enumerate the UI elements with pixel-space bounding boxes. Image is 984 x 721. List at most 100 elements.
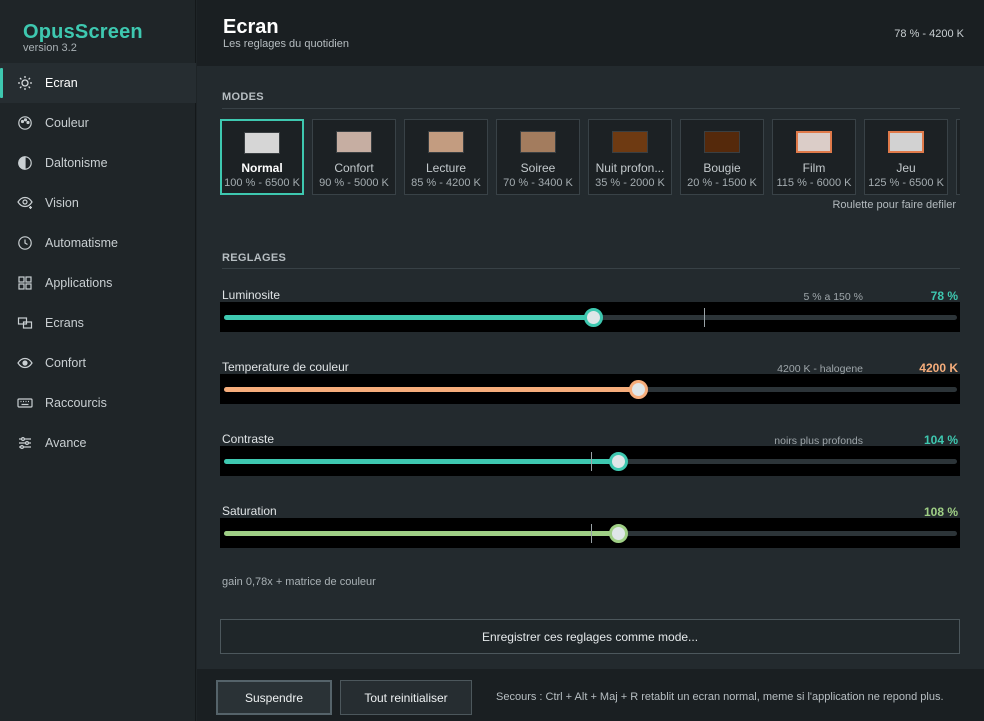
- mode-card[interactable]: Bougie 20 % - 1500 K: [680, 119, 764, 195]
- sidebar-item-label: Automatisme: [45, 236, 118, 250]
- mode-name: Confort: [334, 161, 374, 175]
- slider-value: 4200 K: [919, 361, 958, 375]
- slider-fill: [224, 387, 639, 392]
- sidebar-item-ecran[interactable]: Ecran: [0, 63, 196, 103]
- mode-meta: 70 % - 3400 K: [503, 177, 573, 189]
- palette-icon: [17, 115, 33, 131]
- slider-thumb[interactable]: [629, 380, 649, 399]
- sidebar-item-couleur[interactable]: Couleur: [0, 103, 196, 143]
- mode-card[interactable]: Confort 90 % - 5000 K: [312, 119, 396, 195]
- sidebar-item-label: Ecrans: [45, 316, 84, 330]
- mode-name: Jeu: [896, 161, 916, 175]
- mode-swatch: [428, 131, 464, 153]
- slider-fill: [224, 531, 619, 536]
- mode-name: Film: [802, 161, 826, 175]
- sidebar-item-applications[interactable]: Applications: [0, 263, 196, 303]
- page-subtitle: Les reglages du quotidien: [223, 38, 349, 50]
- slider-rail: [224, 387, 957, 392]
- mode-meta: 35 % - 2000 K: [595, 177, 665, 189]
- sidebar-item-label: Couleur: [45, 116, 89, 130]
- clock-icon: [17, 235, 33, 251]
- slider-default-tick: [590, 524, 592, 543]
- sidebar-item-label: Daltonisme: [45, 156, 108, 170]
- slider-default-tick: [704, 308, 706, 327]
- mode-name: Soiree: [520, 161, 556, 175]
- mode-meta: 20 % - 1500 K: [687, 177, 757, 189]
- sliders-icon: [17, 435, 33, 451]
- contrast-icon: [17, 155, 33, 171]
- modes-section-label: MODES: [222, 91, 264, 103]
- page-title: Ecran: [223, 16, 279, 38]
- mode-card[interactable]: Soiree 70 % - 3400 K: [496, 119, 580, 195]
- slider-track[interactable]: [220, 518, 960, 548]
- slider-fill: [224, 459, 619, 464]
- mode-swatch: [612, 131, 648, 153]
- slider-value: 78 %: [930, 289, 958, 303]
- mode-swatch: [520, 131, 556, 153]
- eye-icon: [17, 355, 33, 371]
- app-name: OpusScreen: [23, 21, 143, 43]
- monitors-icon: [17, 315, 33, 331]
- modes-strip[interactable]: Normal 100 % - 6500 K Confort 90 % - 5000 K…: [220, 119, 960, 195]
- reglages-section-label: REGLAGES: [222, 252, 287, 264]
- sidebar-item-label: Raccourcis: [45, 396, 107, 410]
- slider-default-tick: [590, 452, 592, 471]
- mode-swatch: [336, 131, 372, 153]
- mode-card[interactable]: Nuit profon... 35 % - 2000 K: [588, 119, 672, 195]
- sidebar-item-label: Avance: [45, 436, 87, 450]
- sidebar-item-label: Applications: [45, 276, 113, 290]
- slider-value: 104 %: [923, 433, 958, 447]
- mode-swatch: [704, 131, 740, 153]
- mode-name: Lecture: [425, 161, 467, 175]
- mode-name: Normal: [241, 161, 283, 175]
- mode-card-overflow[interactable]: [956, 119, 960, 195]
- brand: OpusScreen version 3.2: [23, 21, 143, 54]
- slider-track[interactable]: [220, 374, 960, 404]
- sidebar-item-confort[interactable]: Confort: [0, 343, 196, 383]
- mode-meta: 85 % - 4200 K: [411, 177, 481, 189]
- sidebar-item-vision[interactable]: Vision: [0, 183, 196, 223]
- sidebar-item-ecrans[interactable]: Ecrans: [0, 303, 196, 343]
- slider-thumb[interactable]: [608, 524, 628, 543]
- mode-card[interactable]: Jeu 125 % - 6500 K: [864, 119, 948, 195]
- slider-track[interactable]: [220, 302, 960, 332]
- slider-value: 108 %: [923, 505, 958, 519]
- mode-card[interactable]: Normal 100 % - 6500 K: [220, 119, 304, 195]
- slider-thumb[interactable]: [583, 308, 603, 327]
- header-status: 78 % - 4200 K: [894, 28, 964, 40]
- slider-thumb[interactable]: [608, 452, 628, 471]
- slider-label: Temperature de couleur: [222, 360, 349, 374]
- emergency-help-text: Secours : Ctrl + Alt + Maj + R retablit …: [496, 691, 944, 703]
- sidebar-item-label: Ecran: [45, 76, 78, 90]
- mode-meta: 90 % - 5000 K: [319, 177, 389, 189]
- sun-icon: [17, 75, 33, 91]
- eye-plus-icon: [17, 195, 33, 211]
- save-as-mode-button[interactable]: Enregistrer ces reglages comme mode...: [220, 619, 960, 654]
- mode-meta: 100 % - 6500 K: [224, 177, 300, 189]
- sidebar-item-avance[interactable]: Avance: [0, 423, 196, 463]
- slider-track[interactable]: [220, 446, 960, 476]
- sidebar-item-label: Vision: [45, 196, 79, 210]
- mode-card[interactable]: Film 115 % - 6000 K: [772, 119, 856, 195]
- modes-scroll-hint: Roulette pour faire defiler: [832, 199, 956, 211]
- sidebar-item-raccourcis[interactable]: Raccourcis: [0, 383, 196, 423]
- reset-all-button[interactable]: Tout reinitialiser: [340, 680, 472, 715]
- footer: Suspendre Tout reinitialiser Secours : C…: [197, 669, 984, 721]
- gain-note: gain 0,78x + matrice de couleur: [222, 576, 376, 588]
- slider-fill: [224, 315, 594, 320]
- header: Ecran Les reglages du quotidien 78 % - 4…: [197, 0, 984, 66]
- sidebar-item-daltonisme[interactable]: Daltonisme: [0, 143, 196, 183]
- mode-meta: 115 % - 6000 K: [776, 177, 852, 189]
- grid-icon: [17, 275, 33, 291]
- sidebar-nav: Ecran Couleur Daltonisme Vision Automatisme A…: [0, 63, 196, 463]
- modes-divider: [222, 108, 960, 109]
- mode-meta: 125 % - 6500 K: [868, 177, 944, 189]
- mode-card[interactable]: Lecture 85 % - 4200 K: [404, 119, 488, 195]
- slider-label: Saturation: [222, 504, 277, 518]
- sidebar-item-automatisme[interactable]: Automatisme: [0, 223, 196, 263]
- mode-swatch: [244, 132, 280, 154]
- sidebar: OpusScreen version 3.2 Ecran Couleur Dalto…: [0, 0, 196, 721]
- suspend-button[interactable]: Suspendre: [216, 680, 332, 715]
- mode-name: Bougie: [703, 161, 741, 175]
- mode-name: Nuit profon...: [595, 161, 665, 175]
